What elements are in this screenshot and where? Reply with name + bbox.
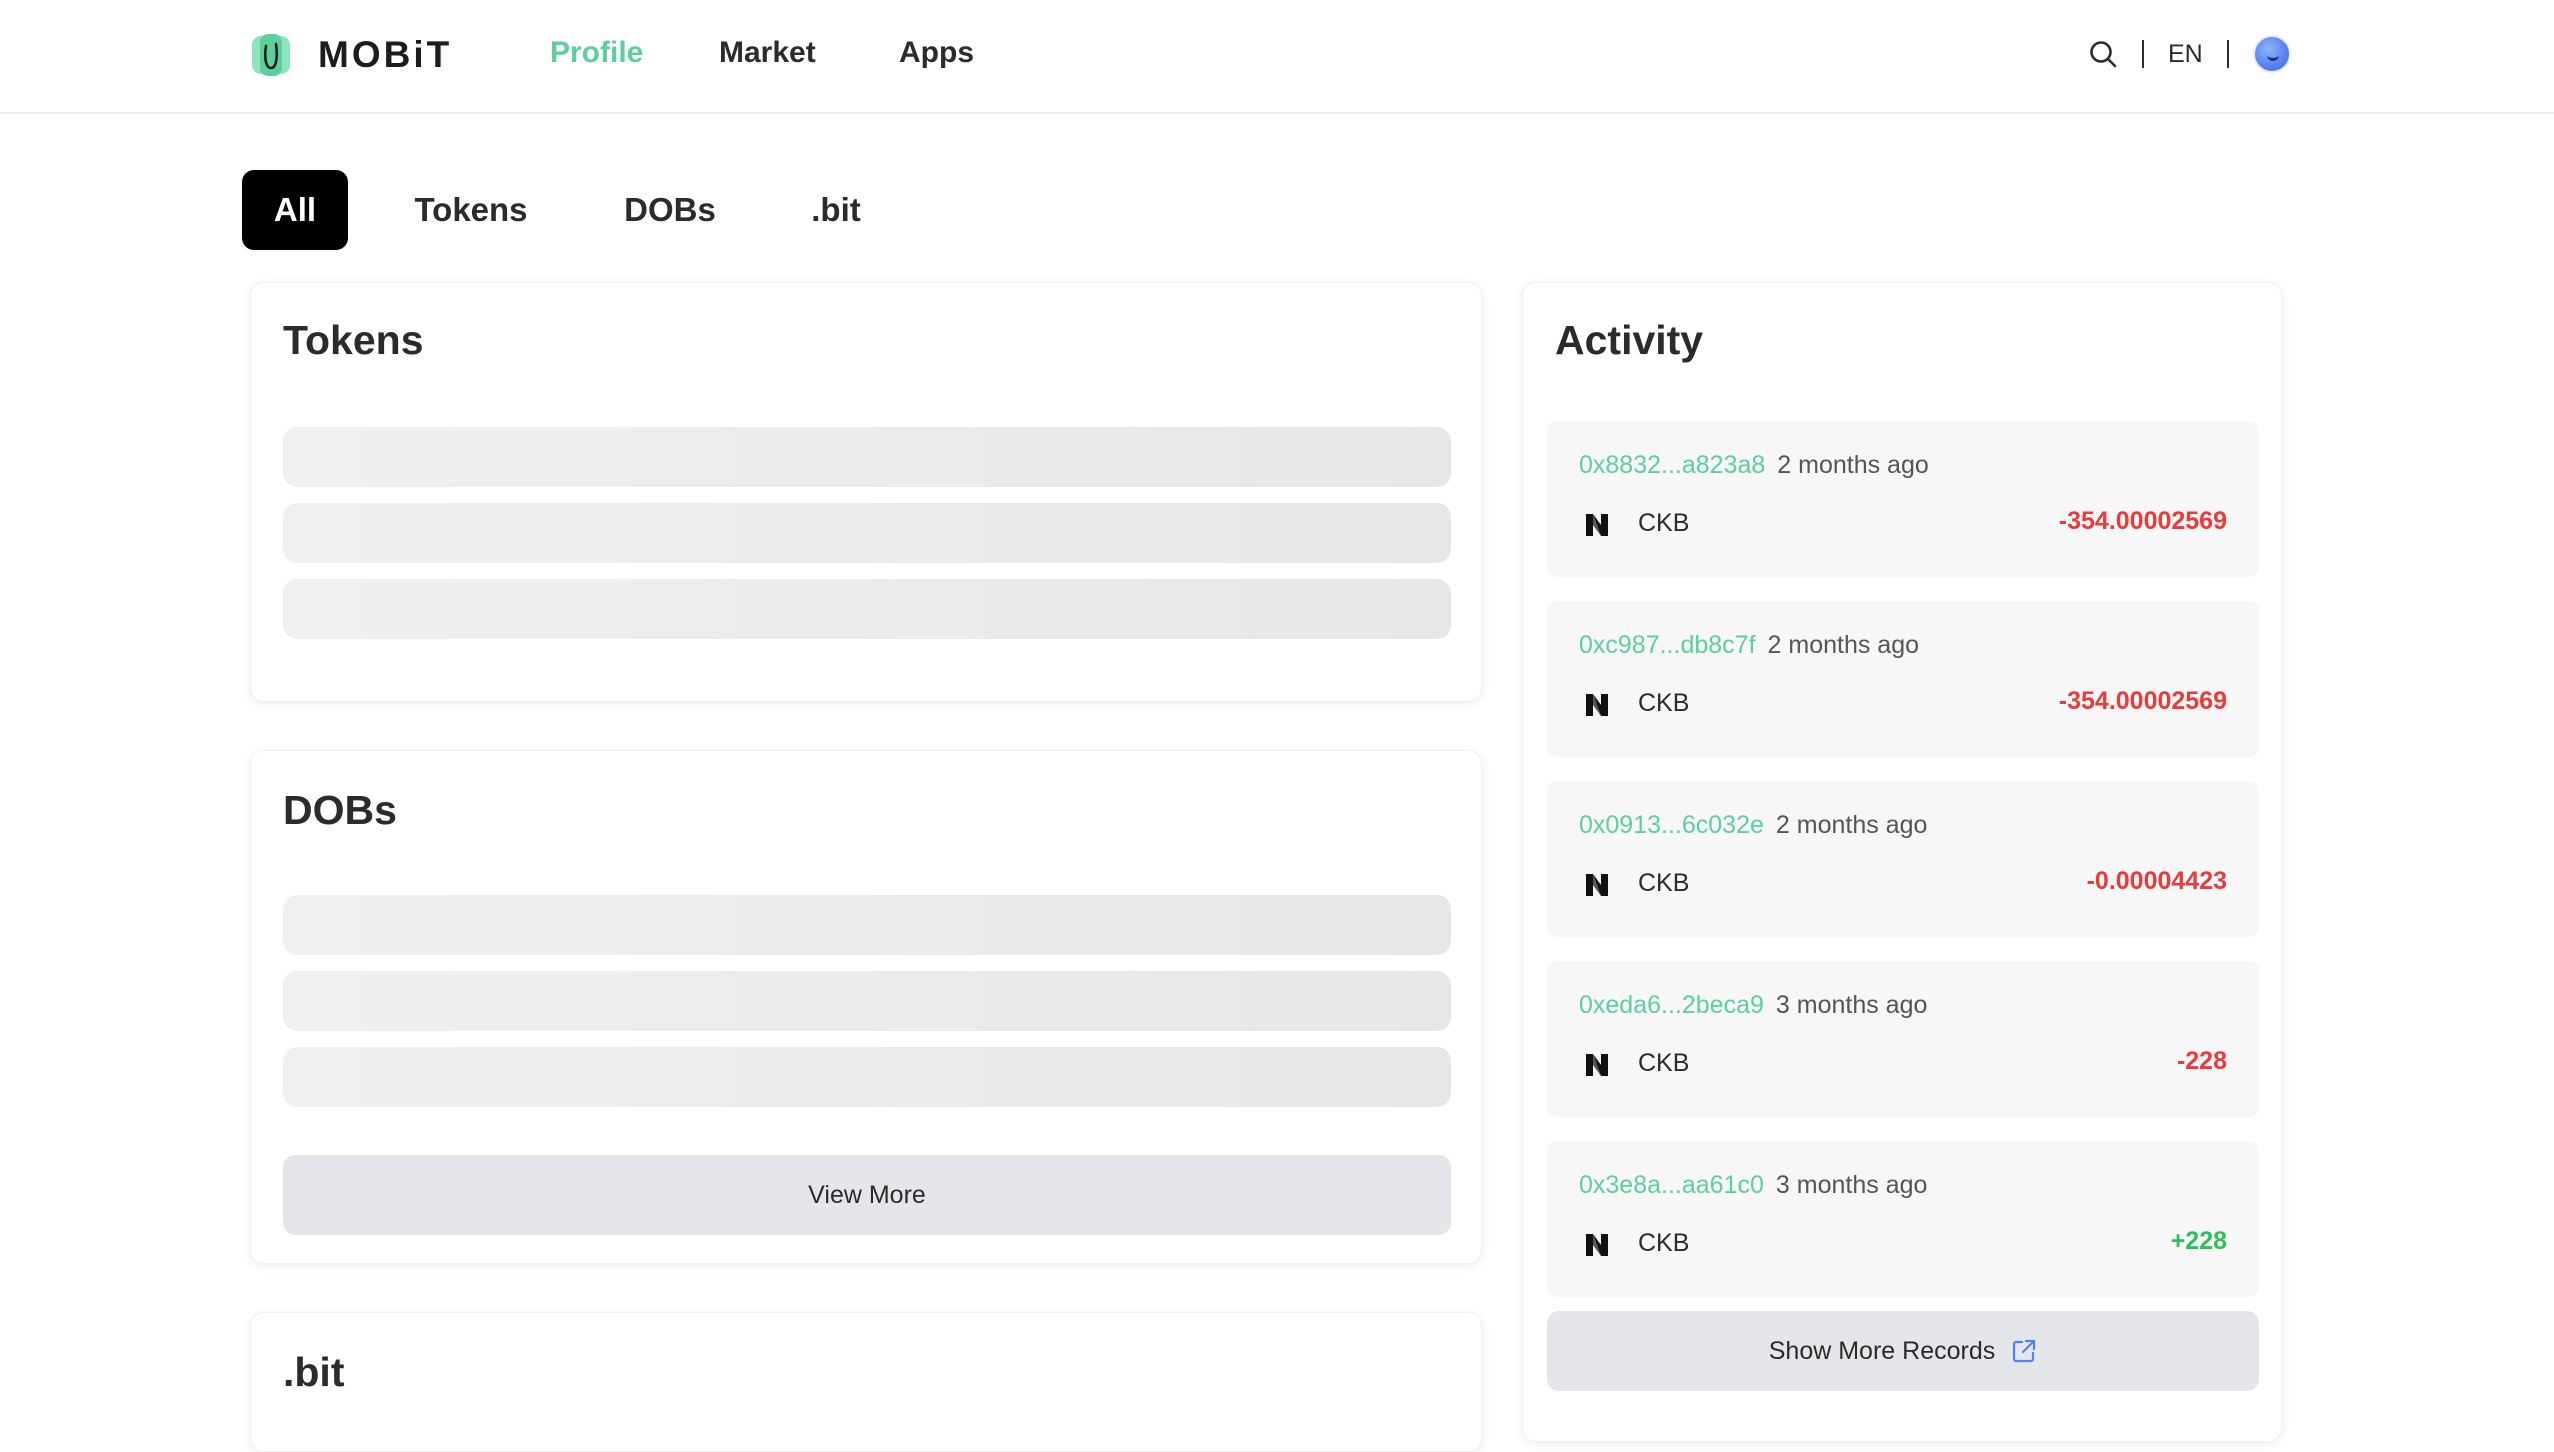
external-link-icon [2013,1339,2036,1363]
activity-item[interactable]: 0x0913...6c032e 2 months ago CKB -0.00004… [1547,781,2259,937]
tx-time: 2 months ago [1777,451,1929,479]
language-selector[interactable]: EN [2168,40,2203,69]
loading-placeholder [283,895,1451,955]
ckb-token-icon [1586,874,1608,896]
activity-item[interactable]: 0xc987...db8c7f 2 months ago CKB -354.000… [1547,601,2259,757]
bit-card: .bit [250,1312,1482,1452]
activity-card: Activity 0x8832...a823a8 2 months ago CKB… [1522,282,2282,1442]
show-more-records-button[interactable]: Show More Records [1547,1311,2259,1391]
mobit-logo[interactable]: MOBiT [250,30,452,80]
tx-amount: +228 [2170,1227,2227,1255]
tx-time: 3 months ago [1775,1171,1928,1199]
view-more-button[interactable]: View More [283,1155,1451,1235]
loading-placeholder [283,579,1451,639]
header-divider [2226,40,2229,68]
loading-placeholder [283,503,1451,563]
ckb-token-icon [1586,514,1608,536]
loading-placeholder [283,1047,1451,1107]
ckb-token-icon [1586,1054,1608,1076]
token-symbol: CKB [1638,1049,1690,1077]
activity-item[interactable]: 0x3e8a...aa61c0 3 months ago CKB +228 [1547,1141,2259,1297]
activity-item[interactable]: 0xeda6...2beca9 3 months ago CKB -228 [1547,961,2259,1117]
token-symbol: CKB [1638,1229,1690,1257]
activity-title: Activity [1555,317,1704,363]
tokens-card: Tokens [250,282,1482,702]
mobit-logo-icon [252,34,290,76]
nav-apps[interactable]: Apps [899,30,974,76]
tx-hash-link[interactable]: 0xeda6...2beca9 [1579,991,1764,1019]
top-header: MOBiT Profile Market Apps EN [0,0,2554,114]
tab-all[interactable]: All [242,170,348,250]
loading-placeholder [283,427,1451,487]
ckb-token-icon [1586,1234,1608,1256]
tx-hash-link[interactable]: 0x8832...a823a8 [1579,451,1765,479]
tx-hash-link[interactable]: 0x0913...6c032e [1579,811,1764,839]
activity-item[interactable]: 0x8832...a823a8 2 months ago CKB -354.000… [1547,421,2259,577]
token-symbol: CKB [1638,869,1690,897]
dobs-card: DOBs View More [250,750,1482,1264]
loading-placeholder [283,971,1451,1031]
tokens-title: Tokens [283,317,424,363]
tx-time: 2 months ago [1775,811,1928,839]
token-symbol: CKB [1638,689,1690,717]
nav-profile[interactable]: Profile [550,30,643,76]
header-divider [2142,40,2144,68]
bit-title: .bit [283,1349,345,1395]
tx-amount: -354.00002569 [2058,687,2227,715]
tab-bit[interactable]: .bit [796,170,876,250]
tx-hash-link[interactable]: 0xc987...db8c7f [1579,631,1756,659]
tx-time: 2 months ago [1767,631,1920,659]
show-more-records-label: Show More Records [1768,1336,1996,1365]
ckb-token-icon [1586,694,1608,716]
tab-tokens[interactable]: Tokens [396,170,546,250]
search-icon[interactable] [2088,39,2118,69]
tx-hash-link[interactable]: 0x3e8a...aa61c0 [1579,1171,1764,1199]
tx-time: 3 months ago [1775,991,1928,1019]
tx-amount: -354.00002569 [2058,507,2227,535]
tx-amount: -0.00004423 [2086,867,2227,895]
dobs-title: DOBs [283,787,397,833]
nav-market[interactable]: Market [719,30,816,76]
user-avatar[interactable] [2252,35,2291,73]
token-symbol: CKB [1638,509,1690,537]
logo-text: MOBiT [318,34,453,75]
tx-amount: -228 [2176,1047,2227,1075]
tab-dobs[interactable]: DOBs [608,170,732,250]
